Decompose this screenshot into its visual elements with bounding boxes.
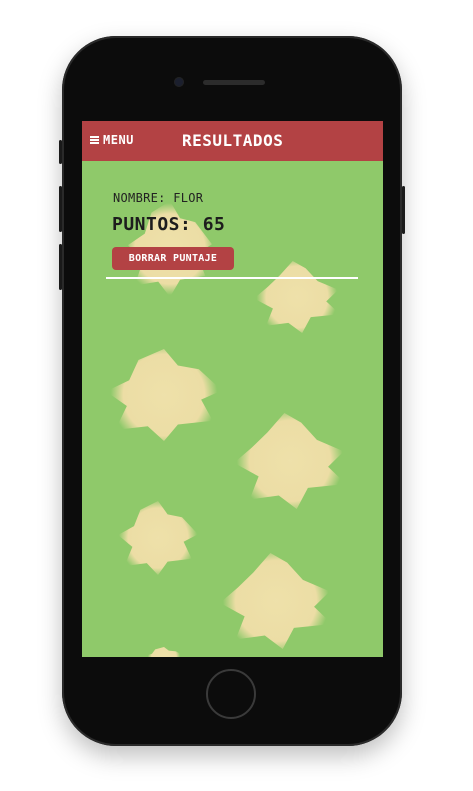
sand-patch: [118, 501, 198, 575]
volume-down-button: [59, 244, 62, 290]
sand-patch: [254, 261, 340, 333]
divider: [106, 277, 358, 279]
menu-label: MENU: [103, 133, 134, 147]
player-name: NOMBRE: FLOR: [113, 191, 204, 205]
player-points: PUNTOS: 65: [112, 214, 226, 235]
app-header: MENU RESULTADOS: [82, 121, 383, 161]
sand-patch: [234, 413, 346, 509]
volume-up-button: [59, 186, 62, 232]
power-button: [402, 186, 405, 234]
sand-patch: [220, 553, 332, 649]
earpiece-speaker: [203, 80, 265, 85]
front-camera: [174, 77, 184, 87]
sand-patch: [144, 647, 184, 657]
page-title: RESULTADOS: [182, 131, 284, 150]
sand-patch: [106, 349, 222, 441]
clear-score-button[interactable]: BORRAR PUNTAJE: [112, 247, 234, 270]
silent-switch: [59, 140, 62, 164]
menu-button[interactable]: MENU: [90, 133, 134, 147]
app-screen: MENU RESULTADOS NOMBRE: FLOR PUNTOS: 65 …: [82, 121, 383, 657]
hamburger-icon: [90, 136, 99, 144]
home-button[interactable]: [206, 669, 256, 719]
